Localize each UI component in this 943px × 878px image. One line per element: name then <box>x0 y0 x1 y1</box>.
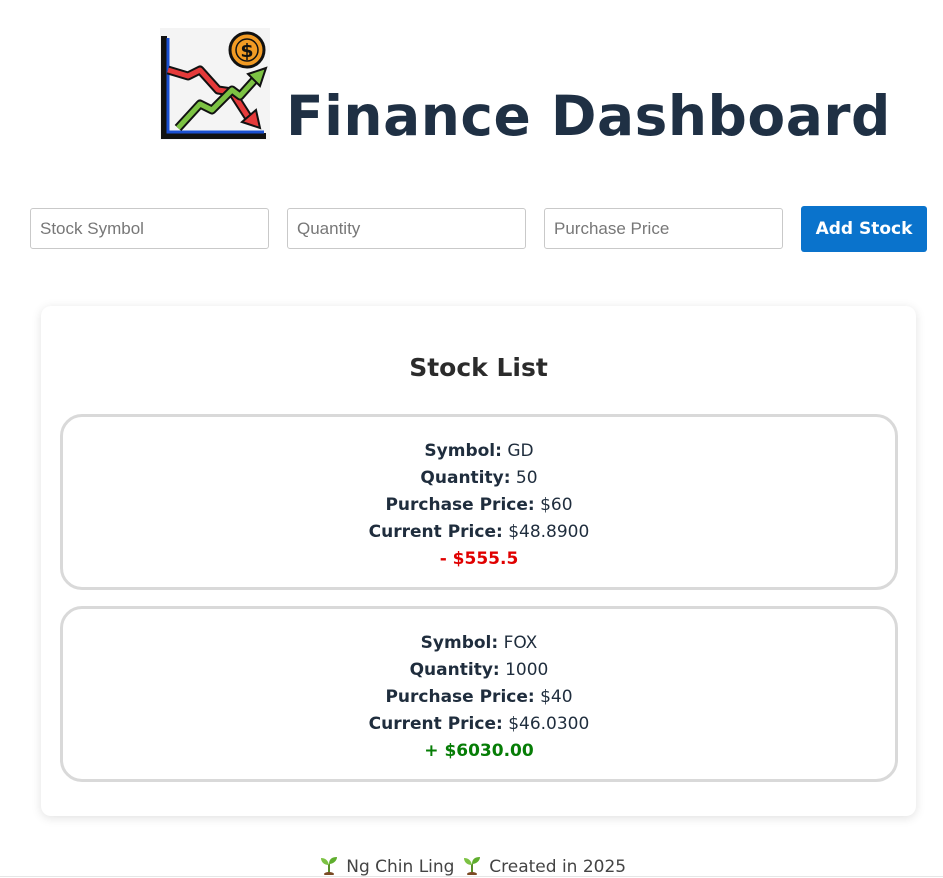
stock-symbol-row: Symbol: FOX <box>63 630 895 657</box>
purchase-price-value: $60 <box>540 495 573 515</box>
sprout-icon <box>463 857 480 875</box>
purchase-price-label: Purchase Price: <box>385 495 535 515</box>
stock-symbol-row: Symbol: GD <box>63 438 895 465</box>
quantity-label: Quantity: <box>420 468 511 488</box>
svg-text:$: $ <box>240 40 253 62</box>
symbol-label: Symbol: <box>424 441 502 461</box>
current-price-label: Current Price: <box>368 522 503 542</box>
current-price-value: $46.0300 <box>508 714 590 734</box>
symbol-value: GD <box>507 441 534 461</box>
purchase-price-input[interactable] <box>544 208 783 249</box>
quantity-input[interactable] <box>287 208 526 249</box>
page-header: $ Finance Dashboard <box>160 28 891 144</box>
stock-symbol-input[interactable] <box>30 208 269 249</box>
divider <box>0 876 943 877</box>
purchase-price-label: Purchase Price: <box>385 687 535 707</box>
quantity-label: Quantity: <box>409 660 500 680</box>
profit-loss-value: + $6030.00 <box>424 741 534 761</box>
page-title: Finance Dashboard <box>286 84 891 148</box>
footer-created: Created in 2025 <box>489 857 627 877</box>
symbol-label: Symbol: <box>420 633 499 653</box>
quantity-value: 1000 <box>505 660 549 680</box>
footer: Ng Chin Ling Created in 2025 <box>0 855 943 877</box>
purchase-price-value: $40 <box>540 687 573 707</box>
profit-loss-value: - $555.5 <box>439 549 519 569</box>
symbol-value: FOX <box>503 633 538 653</box>
stock-current-price-row: Current Price: $48.8900 <box>63 519 895 546</box>
stock-list-panel: Stock List Symbol: GD Quantity: 50 Purch… <box>41 306 916 816</box>
stock-quantity-row: Quantity: 50 <box>63 465 895 492</box>
current-price-label: Current Price: <box>368 714 503 734</box>
footer-author: Ng Chin Ling <box>346 857 455 877</box>
current-price-value: $48.8900 <box>508 522 590 542</box>
stock-card: Symbol: GD Quantity: 50 Purchase Price: … <box>60 414 898 590</box>
finance-chart-dollar-icon: $ <box>160 28 270 140</box>
stock-quantity-row: Quantity: 1000 <box>63 657 895 684</box>
sprout-icon <box>320 857 337 875</box>
stock-current-price-row: Current Price: $46.0300 <box>63 711 895 738</box>
stock-list-title: Stock List <box>409 353 548 382</box>
stock-card: Symbol: FOX Quantity: 1000 Purchase Pric… <box>60 606 898 782</box>
stock-purchase-price-row: Purchase Price: $40 <box>63 684 895 711</box>
quantity-value: 50 <box>515 468 538 488</box>
stock-purchase-price-row: Purchase Price: $60 <box>63 492 895 519</box>
add-stock-button[interactable]: Add Stock <box>801 206 927 252</box>
